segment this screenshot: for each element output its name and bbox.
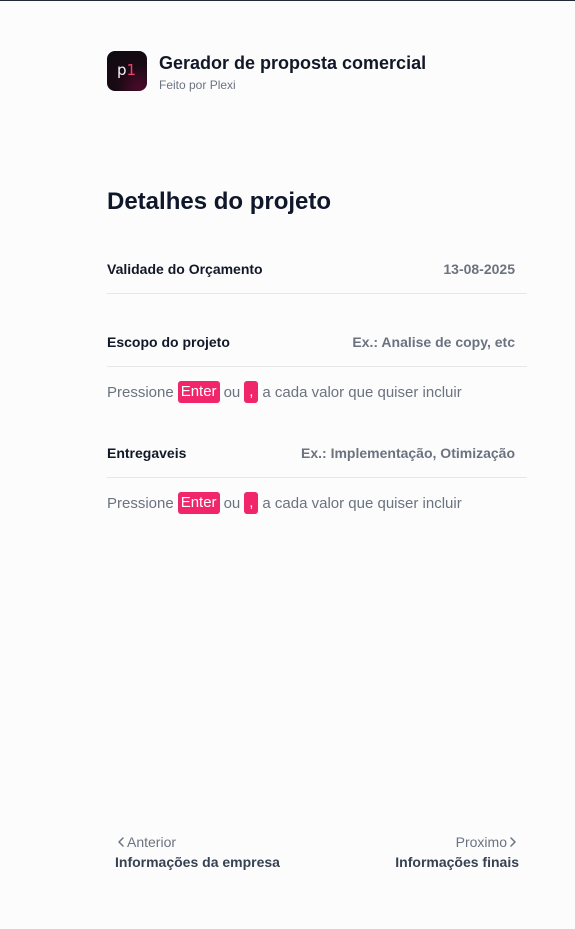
- hint-or: ou: [223, 494, 241, 512]
- validade-label: Validade do Orçamento: [107, 261, 263, 277]
- hint-text: Pressione: [107, 494, 174, 512]
- hint-text: a cada valor que quiser incluir: [262, 383, 462, 401]
- hint-or: ou: [223, 383, 241, 401]
- comma-key-badge: ,: [244, 492, 259, 514]
- comma-key-badge: ,: [244, 381, 259, 403]
- brand-header: p1 Gerador de proposta comercial Feito p…: [107, 51, 426, 92]
- entregaveis-label: Entregaveis: [107, 445, 187, 461]
- app-subtitle: Feito por Plexi: [159, 78, 236, 92]
- chevron-right-icon: [510, 837, 516, 847]
- escopo-input[interactable]: [267, 334, 527, 350]
- plexi-logo: p1: [107, 51, 147, 91]
- prev-step-label: Anterior: [127, 834, 177, 850]
- enter-key-badge: Enter: [177, 381, 220, 403]
- entregaveis-row: Entregaveis: [107, 429, 527, 478]
- top-border: [0, 0, 575, 1]
- escopo-row: Escopo do projeto: [107, 318, 527, 367]
- enter-key-badge: Enter: [177, 492, 220, 514]
- escopo-label: Escopo do projeto: [107, 334, 230, 350]
- next-step-label: Proximo: [455, 834, 507, 850]
- validade-date-field[interactable]: 13-08-2025: [443, 261, 527, 277]
- section-title: Detalhes do projeto: [107, 188, 332, 215]
- prev-step-title: Informações da empresa: [115, 854, 280, 870]
- logo-accent: 1: [126, 61, 137, 79]
- next-step-button[interactable]: Proximo Informações finais: [395, 834, 519, 870]
- entregaveis-hint: Pressione Enter ou , a cada valor que qu…: [107, 492, 462, 514]
- prev-step-button[interactable]: Anterior Informações da empresa: [115, 834, 280, 870]
- page: p1 Gerador de proposta comercial Feito p…: [0, 0, 575, 929]
- app-title: Gerador de proposta comercial: [159, 53, 427, 73]
- escopo-hint: Pressione Enter ou , a cada valor que qu…: [107, 381, 462, 403]
- hint-text: Pressione: [107, 383, 174, 401]
- logo-letter: p: [117, 61, 127, 79]
- next-step-title: Informações finais: [395, 854, 519, 870]
- hint-text: a cada valor que quiser incluir: [262, 494, 462, 512]
- validade-row[interactable]: Validade do Orçamento 13-08-2025: [107, 245, 527, 294]
- chevron-left-icon: [118, 837, 124, 847]
- entregaveis-input[interactable]: [267, 445, 527, 461]
